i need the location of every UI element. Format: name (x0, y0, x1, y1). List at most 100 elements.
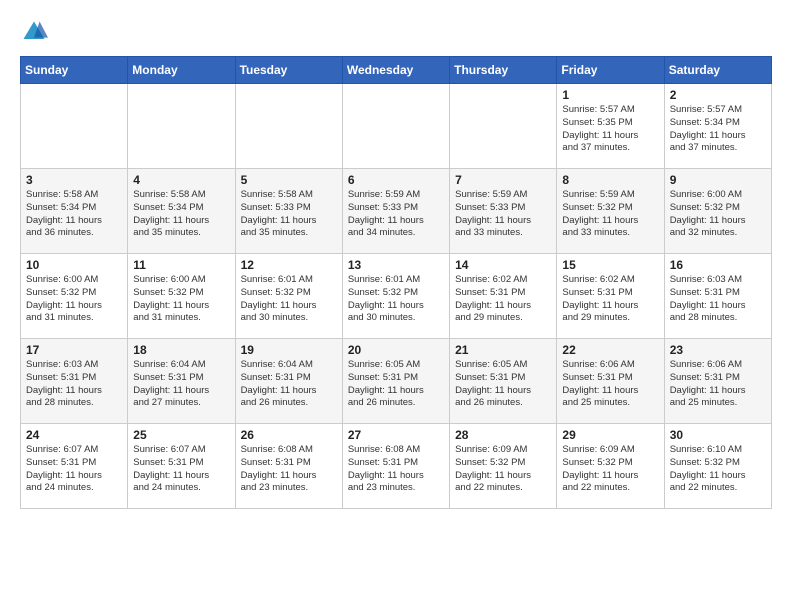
day-info: Sunrise: 5:59 AM Sunset: 5:33 PM Dayligh… (348, 189, 444, 240)
calendar-header-thursday: Thursday (450, 57, 557, 84)
day-number: 30 (670, 428, 766, 442)
calendar-header-friday: Friday (557, 57, 664, 84)
calendar-cell: 20 Sunrise: 6:05 AM Sunset: 5:31 PM Dayli… (342, 339, 449, 424)
day-info: Sunrise: 6:02 AM Sunset: 5:31 PM Dayligh… (455, 274, 551, 325)
calendar-cell: 13 Sunrise: 6:01 AM Sunset: 5:32 PM Dayli… (342, 254, 449, 339)
calendar-cell: 24 Sunrise: 6:07 AM Sunset: 5:31 PM Dayli… (21, 424, 128, 509)
day-number: 28 (455, 428, 551, 442)
calendar-cell: 8 Sunrise: 5:59 AM Sunset: 5:32 PM Daylig… (557, 169, 664, 254)
calendar-cell: 16 Sunrise: 6:03 AM Sunset: 5:31 PM Dayli… (664, 254, 771, 339)
day-info: Sunrise: 6:03 AM Sunset: 5:31 PM Dayligh… (670, 274, 766, 325)
calendar-cell: 19 Sunrise: 6:04 AM Sunset: 5:31 PM Dayli… (235, 339, 342, 424)
calendar-cell: 11Sunrise: 6:00 AM Sunset: 5:32 PM Dayli… (128, 254, 235, 339)
day-info: Sunrise: 6:00 AM Sunset: 5:32 PM Dayligh… (670, 189, 766, 240)
calendar-cell: 3 Sunrise: 5:58 AM Sunset: 5:34 PM Daylig… (21, 169, 128, 254)
calendar-cell (450, 84, 557, 169)
day-number: 21 (455, 343, 551, 357)
day-number: 26 (241, 428, 337, 442)
day-info: Sunrise: 6:05 AM Sunset: 5:31 PM Dayligh… (348, 359, 444, 410)
day-number: 8 (562, 173, 658, 187)
day-info: Sunrise: 5:59 AM Sunset: 5:33 PM Dayligh… (455, 189, 551, 240)
calendar-week-1: 3 Sunrise: 5:58 AM Sunset: 5:34 PM Daylig… (21, 169, 772, 254)
calendar-cell: 30 Sunrise: 6:10 AM Sunset: 5:32 PM Dayli… (664, 424, 771, 509)
day-number: 15 (562, 258, 658, 272)
day-info: Sunrise: 6:08 AM Sunset: 5:31 PM Dayligh… (241, 444, 337, 495)
calendar-cell (128, 84, 235, 169)
day-number: 5 (241, 173, 337, 187)
calendar-header-tuesday: Tuesday (235, 57, 342, 84)
day-info: Sunrise: 6:04 AM Sunset: 5:31 PM Dayligh… (241, 359, 337, 410)
day-info: Sunrise: 5:58 AM Sunset: 5:34 PM Dayligh… (26, 189, 122, 240)
calendar-cell (21, 84, 128, 169)
day-info: Sunrise: 5:59 AM Sunset: 5:32 PM Dayligh… (562, 189, 658, 240)
day-number: 20 (348, 343, 444, 357)
day-info: Sunrise: 6:03 AM Sunset: 5:31 PM Dayligh… (26, 359, 122, 410)
day-number: 6 (348, 173, 444, 187)
day-number: 16 (670, 258, 766, 272)
day-info: Sunrise: 5:58 AM Sunset: 5:34 PM Dayligh… (133, 189, 229, 240)
calendar-cell: 21 Sunrise: 6:05 AM Sunset: 5:31 PM Dayli… (450, 339, 557, 424)
calendar-cell: 6 Sunrise: 5:59 AM Sunset: 5:33 PM Daylig… (342, 169, 449, 254)
day-info: Sunrise: 5:57 AM Sunset: 5:34 PM Dayligh… (670, 104, 766, 155)
day-info: Sunrise: 6:02 AM Sunset: 5:31 PM Dayligh… (562, 274, 658, 325)
calendar-cell: 29Sunrise: 6:09 AM Sunset: 5:32 PM Dayli… (557, 424, 664, 509)
day-info: Sunrise: 5:57 AM Sunset: 5:35 PM Dayligh… (562, 104, 658, 155)
calendar-header-saturday: Saturday (664, 57, 771, 84)
calendar-week-3: 17Sunrise: 6:03 AM Sunset: 5:31 PM Dayli… (21, 339, 772, 424)
calendar-header-wednesday: Wednesday (342, 57, 449, 84)
day-number: 7 (455, 173, 551, 187)
day-number: 14 (455, 258, 551, 272)
header (20, 18, 772, 46)
calendar-header-monday: Monday (128, 57, 235, 84)
calendar-cell: 1Sunrise: 5:57 AM Sunset: 5:35 PM Daylig… (557, 84, 664, 169)
day-number: 13 (348, 258, 444, 272)
day-number: 25 (133, 428, 229, 442)
day-info: Sunrise: 6:01 AM Sunset: 5:32 PM Dayligh… (348, 274, 444, 325)
calendar-cell: 10 Sunrise: 6:00 AM Sunset: 5:32 PM Dayli… (21, 254, 128, 339)
page: SundayMondayTuesdayWednesdayThursdayFrid… (0, 0, 792, 521)
calendar-cell: 15 Sunrise: 6:02 AM Sunset: 5:31 PM Dayli… (557, 254, 664, 339)
logo (20, 18, 50, 46)
calendar-cell: 27 Sunrise: 6:08 AM Sunset: 5:31 PM Dayli… (342, 424, 449, 509)
day-number: 18 (133, 343, 229, 357)
day-number: 29 (562, 428, 658, 442)
calendar-cell: 7 Sunrise: 5:59 AM Sunset: 5:33 PM Daylig… (450, 169, 557, 254)
day-number: 10 (26, 258, 122, 272)
day-info: Sunrise: 5:58 AM Sunset: 5:33 PM Dayligh… (241, 189, 337, 240)
day-info: Sunrise: 6:08 AM Sunset: 5:31 PM Dayligh… (348, 444, 444, 495)
day-info: Sunrise: 6:00 AM Sunset: 5:32 PM Dayligh… (26, 274, 122, 325)
calendar-cell: 26 Sunrise: 6:08 AM Sunset: 5:31 PM Dayli… (235, 424, 342, 509)
calendar-cell: 5 Sunrise: 5:58 AM Sunset: 5:33 PM Daylig… (235, 169, 342, 254)
calendar-cell: 17Sunrise: 6:03 AM Sunset: 5:31 PM Dayli… (21, 339, 128, 424)
day-number: 22 (562, 343, 658, 357)
day-number: 2 (670, 88, 766, 102)
day-number: 19 (241, 343, 337, 357)
day-info: Sunrise: 6:06 AM Sunset: 5:31 PM Dayligh… (670, 359, 766, 410)
calendar-week-4: 24 Sunrise: 6:07 AM Sunset: 5:31 PM Dayli… (21, 424, 772, 509)
calendar-cell: 18 Sunrise: 6:04 AM Sunset: 5:31 PM Dayli… (128, 339, 235, 424)
calendar-header-row: SundayMondayTuesdayWednesdayThursdayFrid… (21, 57, 772, 84)
day-info: Sunrise: 6:07 AM Sunset: 5:31 PM Dayligh… (26, 444, 122, 495)
calendar-cell: 9 Sunrise: 6:00 AM Sunset: 5:32 PM Daylig… (664, 169, 771, 254)
day-number: 24 (26, 428, 122, 442)
calendar-week-0: 1Sunrise: 5:57 AM Sunset: 5:35 PM Daylig… (21, 84, 772, 169)
day-number: 3 (26, 173, 122, 187)
day-number: 27 (348, 428, 444, 442)
calendar-cell (235, 84, 342, 169)
calendar-cell: 4 Sunrise: 5:58 AM Sunset: 5:34 PM Daylig… (128, 169, 235, 254)
calendar-table: SundayMondayTuesdayWednesdayThursdayFrid… (20, 56, 772, 509)
day-info: Sunrise: 6:04 AM Sunset: 5:31 PM Dayligh… (133, 359, 229, 410)
calendar-cell: 2 Sunrise: 5:57 AM Sunset: 5:34 PM Daylig… (664, 84, 771, 169)
day-info: Sunrise: 6:10 AM Sunset: 5:32 PM Dayligh… (670, 444, 766, 495)
day-number: 23 (670, 343, 766, 357)
calendar-cell: 22Sunrise: 6:06 AM Sunset: 5:31 PM Dayli… (557, 339, 664, 424)
day-info: Sunrise: 6:00 AM Sunset: 5:32 PM Dayligh… (133, 274, 229, 325)
calendar-week-2: 10 Sunrise: 6:00 AM Sunset: 5:32 PM Dayli… (21, 254, 772, 339)
day-number: 12 (241, 258, 337, 272)
day-number: 4 (133, 173, 229, 187)
day-number: 9 (670, 173, 766, 187)
day-info: Sunrise: 6:01 AM Sunset: 5:32 PM Dayligh… (241, 274, 337, 325)
day-info: Sunrise: 6:05 AM Sunset: 5:31 PM Dayligh… (455, 359, 551, 410)
calendar-cell: 12 Sunrise: 6:01 AM Sunset: 5:32 PM Dayli… (235, 254, 342, 339)
calendar-cell: 23 Sunrise: 6:06 AM Sunset: 5:31 PM Dayli… (664, 339, 771, 424)
